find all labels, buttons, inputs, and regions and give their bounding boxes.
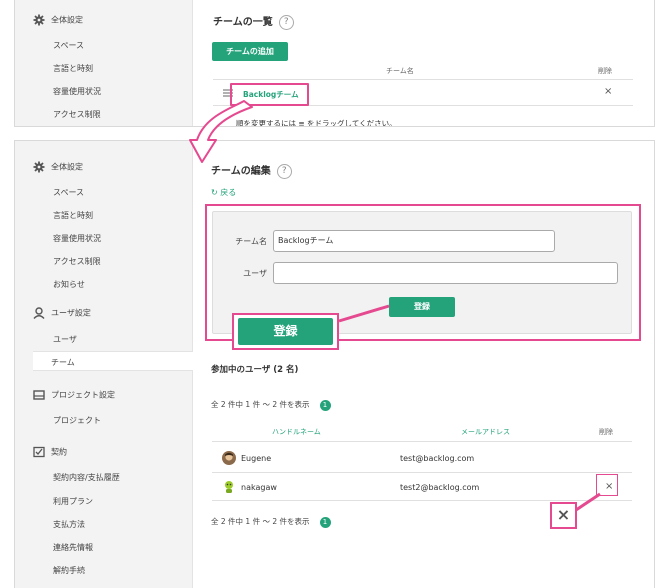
bottom-sidebar: 全体設定 スペース 言語と時刻 容量使用状況 アクセス制限 お知らせ ユーザ設定… bbox=[15, 141, 193, 588]
divider bbox=[213, 79, 633, 80]
team-list-title: チームの一覧? bbox=[213, 13, 294, 30]
page-badge[interactable]: 1 bbox=[319, 399, 331, 411]
member-email: test2@backlog.com bbox=[400, 483, 480, 492]
sidebar-item-space[interactable]: スペース bbox=[53, 187, 84, 198]
submit-button-zoom: 登録 bbox=[238, 318, 333, 345]
highlight-team-row bbox=[230, 83, 309, 106]
help-icon[interactable]: ? bbox=[278, 14, 294, 30]
sidebar-item-language[interactable]: 言語と時刻 bbox=[53, 210, 93, 221]
help-icon[interactable]: ? bbox=[276, 163, 292, 179]
highlight-delete bbox=[596, 474, 618, 496]
top-sidebar-general[interactable]: 全体設定 bbox=[33, 14, 83, 26]
gear-icon bbox=[33, 14, 45, 26]
sidebar-user-settings[interactable]: ユーザ設定 bbox=[33, 307, 91, 319]
sidebar-general[interactable]: 全体設定 bbox=[33, 161, 83, 173]
sidebar-item-team[interactable]: チーム bbox=[33, 351, 193, 371]
back-link[interactable]: ↻ 戻る bbox=[211, 187, 236, 198]
pager-top: 全 2 件中 1 件 〜 2 件を表示 1 bbox=[211, 399, 331, 411]
avatar bbox=[225, 481, 233, 493]
page-badge[interactable]: 1 bbox=[319, 516, 331, 528]
delete-icon[interactable]: × bbox=[604, 86, 612, 97]
divider bbox=[212, 472, 632, 473]
col-team-name: チーム名 bbox=[386, 67, 414, 75]
contract-icon bbox=[33, 446, 45, 458]
sidebar-item-plan[interactable]: 利用プラン bbox=[53, 496, 93, 507]
zoom-delete-icon: × bbox=[550, 502, 577, 529]
pager-bottom: 全 2 件中 1 件 〜 2 件を表示 1 bbox=[211, 516, 331, 528]
user-icon bbox=[33, 307, 45, 319]
sidebar-item-contact[interactable]: 連絡先情報 bbox=[53, 542, 93, 553]
member-name: nakagaw bbox=[241, 483, 277, 492]
col-delete: 削除 bbox=[599, 428, 613, 436]
sidebar-item-access[interactable]: アクセス制限 bbox=[53, 256, 101, 267]
col-delete: 削除 bbox=[598, 67, 612, 75]
top-sidebar: 全体設定 スペース 言語と時刻 容量使用状況 アクセス制限 bbox=[15, 0, 193, 126]
sidebar-item-storage[interactable]: 容量使用状況 bbox=[53, 233, 101, 244]
sidebar-item-cancel[interactable]: 解約手続 bbox=[53, 565, 85, 576]
sidebar-item-payment[interactable]: 支払方法 bbox=[53, 519, 85, 530]
add-team-button[interactable]: チームの追加 bbox=[212, 42, 288, 61]
sidebar-item-project[interactable]: プロジェクト bbox=[53, 415, 101, 426]
sidebar-item-user[interactable]: ユーザ bbox=[53, 334, 77, 345]
top-sidebar-item-language[interactable]: 言語と時刻 bbox=[53, 63, 93, 74]
divider bbox=[212, 500, 632, 501]
team-edit-title: チームの編集? bbox=[211, 162, 292, 179]
back-arrow-icon: ↻ bbox=[211, 188, 218, 197]
sidebar-item-contract-history[interactable]: 契約内容/支払履歴 bbox=[53, 472, 120, 483]
project-icon bbox=[33, 390, 45, 400]
team-list-panel: 全体設定 スペース 言語と時刻 容量使用状況 アクセス制限 チームの一覧? チー… bbox=[14, 0, 655, 127]
top-sidebar-item-storage[interactable]: 容量使用状況 bbox=[53, 86, 101, 97]
drag-hint: 順を変更するには ≡ をドラッグしてください。 bbox=[236, 119, 397, 127]
col-handle-name[interactable]: ハンドルネーム bbox=[272, 427, 321, 437]
member-email: test@backlog.com bbox=[400, 454, 475, 463]
sidebar-item-news[interactable]: お知らせ bbox=[53, 279, 85, 290]
top-sidebar-item-access[interactable]: アクセス制限 bbox=[53, 109, 101, 120]
divider bbox=[212, 441, 632, 442]
member-name: Eugene bbox=[241, 454, 272, 463]
sidebar-contract[interactable]: 契約 bbox=[33, 446, 67, 458]
members-title: 参加中のユーザ (2 名) bbox=[211, 365, 299, 375]
col-email[interactable]: メールアドレス bbox=[461, 427, 510, 437]
top-sidebar-item-space[interactable]: スペース bbox=[53, 40, 84, 51]
avatar bbox=[222, 451, 236, 465]
sidebar-project-settings[interactable]: プロジェクト設定 bbox=[33, 389, 115, 401]
gear-icon bbox=[33, 161, 45, 173]
zoom-submit-button: 登録 bbox=[232, 313, 339, 350]
